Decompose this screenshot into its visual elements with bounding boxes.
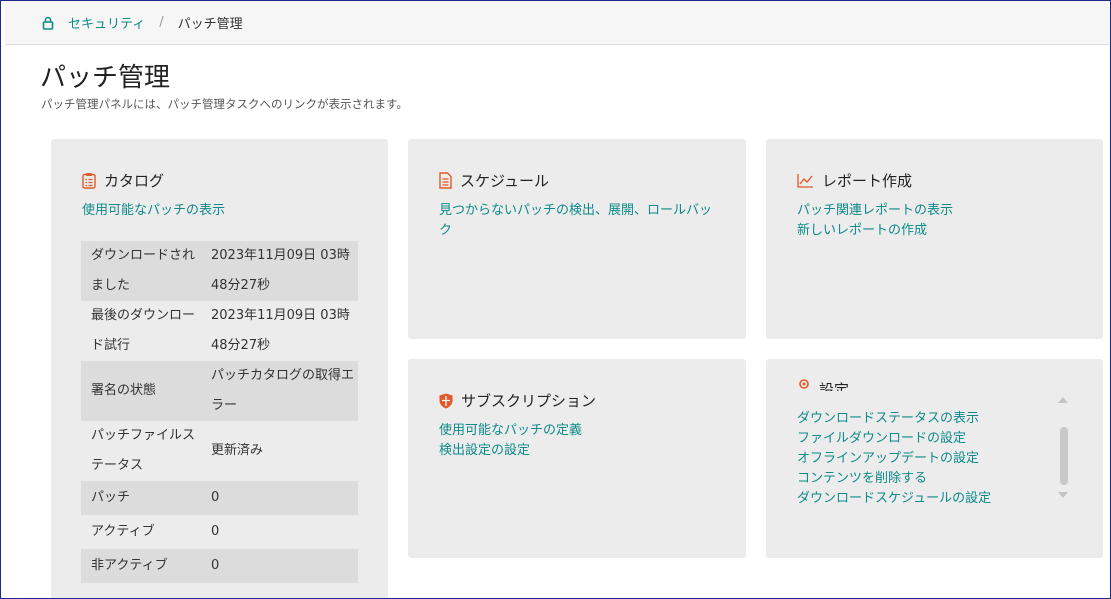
breadcrumb: セキュリティ / パッチ管理 [42,13,243,32]
report-links: パッチ関連レポートの表示 新しいレポートの作成 [797,201,953,241]
schedule-title: スケジュール [460,172,549,190]
table-key: パッチ [91,490,131,505]
offline-update-settings-link[interactable]: オフラインアップデートの設定 [797,449,991,469]
view-available-patches-link[interactable]: 使用可能なパッチの表示 [82,201,225,221]
table-value: 2023年11月09日 03時48分27秒 [211,248,350,293]
catalog-header: カタログ [82,170,164,191]
report-card: レポート作成 パッチ関連レポートの表示 新しいレポートの作成 [766,139,1103,339]
gear-icon [799,379,809,389]
catalog-card: カタログ 使用可能なパッチの表示 ダウンロードされました 2023年11月09日… [51,139,388,598]
table-key: パッチファイルステータス [91,428,196,473]
table-row: 非アクティブ 0 [81,549,358,583]
schedule-links: 見つからないパッチの検出、展開、ロールバック [439,201,721,241]
table-row: 署名の状態 パッチカタログの取得エラー [81,361,358,421]
table-value: 2023年11月09日 03時48分27秒 [211,308,350,353]
delete-content-link[interactable]: コンテンツを削除する [797,469,991,489]
view-download-status-link[interactable]: ダウンロードステータスの表示 [797,409,991,429]
file-download-settings-link[interactable]: ファイルダウンロードの設定 [797,429,991,449]
table-value: 更新済み [211,443,264,458]
shield-icon [439,393,453,408]
settings-card[interactable]: 設定 ダウンロードステータスの表示 ファイルダウンロードの設定 オフラインアップ… [766,359,1103,558]
table-key: 署名の状態 [91,383,157,398]
catalog-title: カタログ [104,172,165,190]
detect-deploy-rollback-link[interactable]: 見つからないパッチの検出、展開、ロールバック [439,201,721,241]
table-key: 非アクティブ [91,558,168,573]
scroll-down-arrow[interactable] [1058,492,1068,498]
table-row: パッチファイルステータス 更新済み [81,421,358,481]
report-title: レポート作成 [822,172,913,190]
table-row: アクティブ 0 [81,515,358,549]
report-header: レポート作成 [797,170,912,191]
scroll-up-arrow[interactable] [1058,397,1068,403]
subscription-header: サブスクリプション [439,390,596,411]
subscription-card: サブスクリプション 使用可能なパッチの定義 検出設定の設定 [408,359,746,558]
scrollbar-thumb[interactable] [1060,427,1068,485]
schedule-header: スケジュール [439,170,549,191]
table-row: 最後のダウンロード試行 2023年11月09日 03時48分27秒 [81,301,358,361]
breadcrumb-security-link[interactable]: セキュリティ [68,13,145,32]
breadcrumb-current: パッチ管理 [177,17,243,32]
table-key: 最後のダウンロード試行 [91,308,196,353]
settings-header: 設定 [797,377,849,391]
breadcrumb-bar: セキュリティ / パッチ管理 [5,1,1109,45]
app-frame: セキュリティ / パッチ管理 パッチ管理 パッチ管理パネルには、パッチ管理タスク… [0,0,1111,599]
clipboard-icon [82,173,96,189]
breadcrumb-separator: / [159,15,164,30]
table-key: ダウンロードされました [91,248,196,293]
view-patch-reports-link[interactable]: パッチ関連レポートの表示 [797,201,953,221]
subscription-title: サブスクリプション [461,392,597,410]
line-chart-icon [797,174,813,188]
lock-icon [42,16,54,30]
catalog-links: 使用可能なパッチの表示 [82,201,225,221]
table-value: 0 [211,524,220,539]
table-value: パッチカタログの取得エラー [211,368,355,413]
settings-title: 設定 [819,381,850,391]
table-value: 0 [211,490,220,505]
detection-settings-link[interactable]: 検出設定の設定 [439,441,582,461]
create-new-report-link[interactable]: 新しいレポートの作成 [797,221,953,241]
catalog-info-table: ダウンロードされました 2023年11月09日 03時48分27秒 最後のダウン… [81,241,358,583]
page-title: パッチ管理 [40,63,171,93]
schedule-card: スケジュール 見つからないパッチの検出、展開、ロールバック [408,139,746,339]
subscription-links: 使用可能なパッチの定義 検出設定の設定 [439,421,582,461]
define-available-patches-link[interactable]: 使用可能なパッチの定義 [439,421,582,441]
table-row: パッチ 0 [81,481,358,515]
document-icon [439,172,452,189]
settings-links: ダウンロードステータスの表示 ファイルダウンロードの設定 オフラインアップデート… [797,409,991,509]
page-description: パッチ管理パネルには、パッチ管理タスクへのリンクが表示されます。 [41,97,408,111]
download-schedule-settings-link[interactable]: ダウンロードスケジュールの設定 [797,489,991,509]
table-key: アクティブ [91,524,155,539]
table-value: 0 [211,558,220,573]
table-row: ダウンロードされました 2023年11月09日 03時48分27秒 [81,241,358,301]
